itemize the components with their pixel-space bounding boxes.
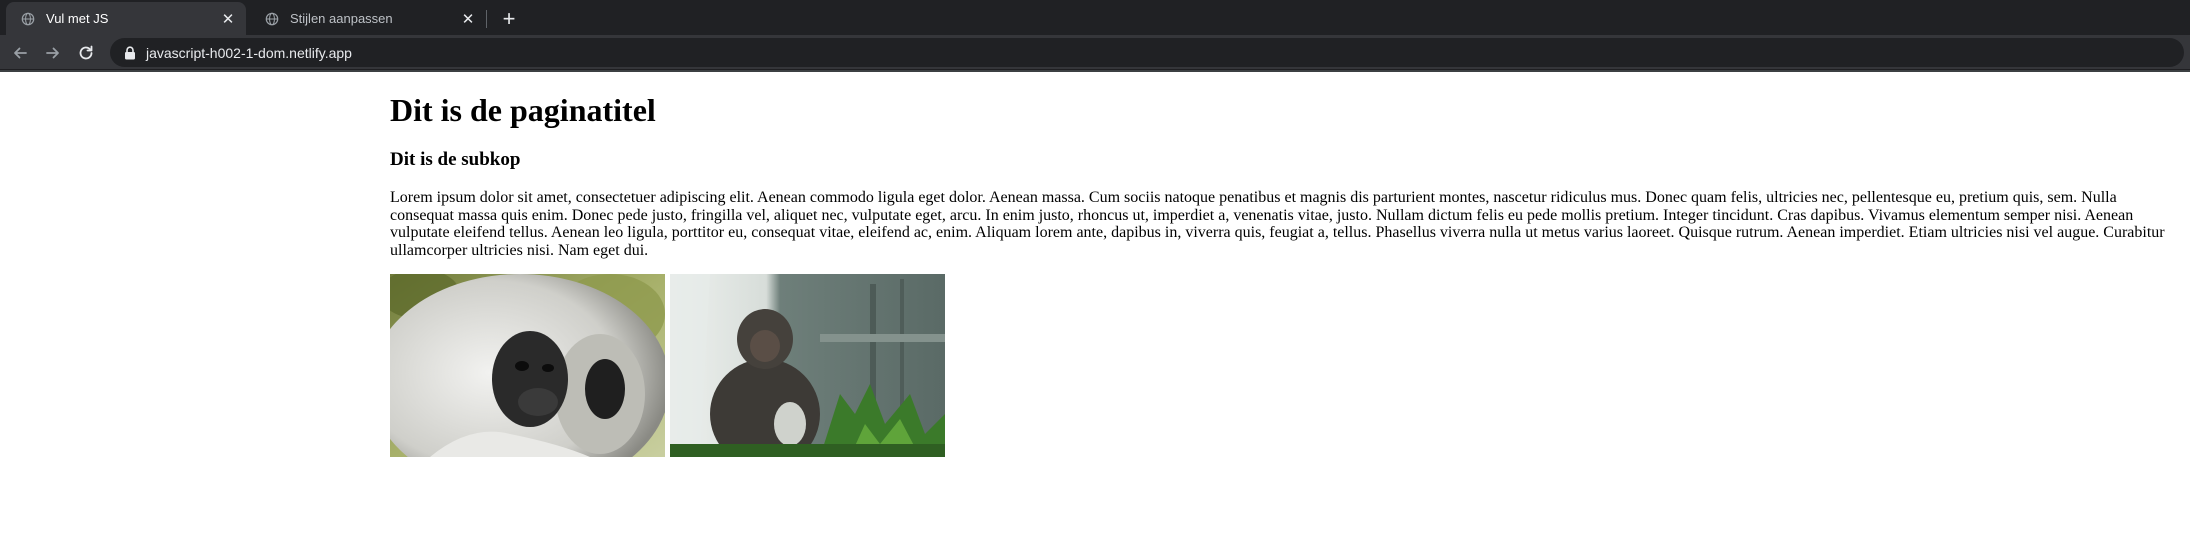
url-text[interactable]: javascript-h002-1-dom.netlify.app xyxy=(146,45,352,61)
tab-strip: Vul met JS ✕ Stijlen aanpassen ✕ + xyxy=(0,0,2190,35)
arrow-left-icon xyxy=(14,47,27,59)
tab-stijlen-aanpassen[interactable]: Stijlen aanpassen ✕ xyxy=(250,2,486,35)
back-button[interactable] xyxy=(6,39,34,67)
close-icon[interactable]: ✕ xyxy=(458,9,478,29)
langur-monkey-photo xyxy=(390,274,665,457)
page-subtitle: Dit is de subkop xyxy=(390,149,521,170)
forward-button[interactable] xyxy=(39,39,67,67)
new-tab-button[interactable]: + xyxy=(496,6,522,32)
tab-title: Vul met JS xyxy=(46,11,109,26)
page-title: Dit is de paginatitel xyxy=(390,92,656,128)
arrow-right-icon xyxy=(46,47,59,59)
tab-divider xyxy=(486,10,487,28)
macaque-monkey-photo xyxy=(670,274,945,457)
browser-toolbar: javascript-h002-1-dom.netlify.app xyxy=(0,35,2190,70)
globe-icon xyxy=(20,11,36,27)
body-paragraph: Lorem ipsum dolor sit amet, consectetuer… xyxy=(390,189,2165,259)
reload-button[interactable] xyxy=(72,39,100,67)
tab-title: Stijlen aanpassen xyxy=(290,11,393,26)
globe-icon xyxy=(264,11,280,27)
image-gallery xyxy=(390,274,2180,457)
page-content: Dit is de paginatitel Dit is de subkop L… xyxy=(390,72,2180,457)
lock-icon[interactable] xyxy=(122,45,138,61)
close-icon[interactable]: ✕ xyxy=(218,9,238,29)
address-bar[interactable]: javascript-h002-1-dom.netlify.app xyxy=(110,38,2184,67)
tab-vul-met-js[interactable]: Vul met JS ✕ xyxy=(6,2,246,35)
reload-icon xyxy=(79,45,93,60)
